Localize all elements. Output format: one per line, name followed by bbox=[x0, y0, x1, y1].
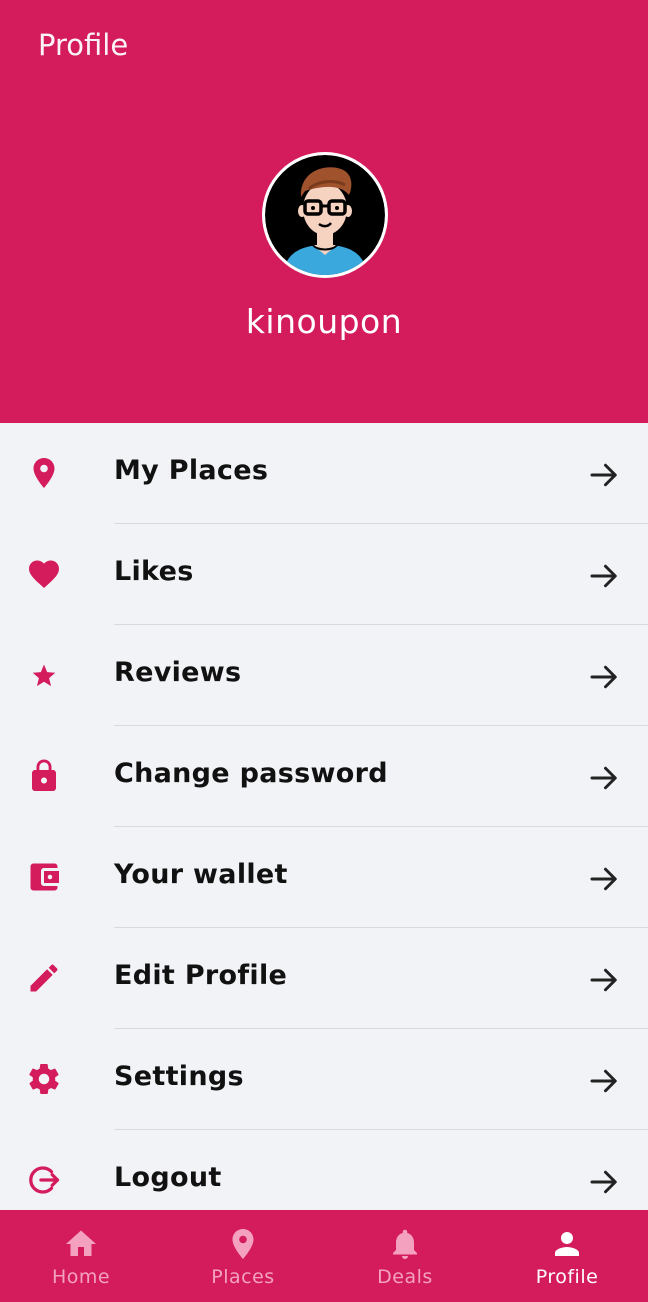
menu-item-edit-profile[interactable]: Edit Profile bbox=[0, 928, 648, 1029]
arrow-right-icon bbox=[586, 1063, 622, 1099]
star-icon bbox=[24, 655, 64, 695]
person-icon bbox=[549, 1226, 585, 1262]
nav-label: Deals bbox=[377, 1266, 433, 1288]
menu-item-label: Logout bbox=[114, 1162, 222, 1193]
nav-item-home[interactable]: Home bbox=[0, 1210, 162, 1302]
menu-item-label: Settings bbox=[114, 1061, 244, 1092]
gear-icon bbox=[24, 1059, 64, 1099]
arrow-right-icon bbox=[586, 861, 622, 897]
menu-item-label: Likes bbox=[114, 556, 194, 587]
menu-item-change-password[interactable]: Change password bbox=[0, 726, 648, 827]
menu-item-label: Reviews bbox=[114, 657, 242, 688]
nav-item-places[interactable]: Places bbox=[162, 1210, 324, 1302]
arrow-right-icon bbox=[586, 558, 622, 594]
menu-item-reviews[interactable]: Reviews bbox=[0, 625, 648, 726]
nav-label: Home bbox=[51, 1266, 111, 1288]
menu-item-logout[interactable]: Logout bbox=[0, 1130, 648, 1210]
nav-label: Profile bbox=[535, 1266, 599, 1288]
arrow-right-icon bbox=[586, 1164, 622, 1200]
profile-header: Profile kinoupon bbox=[0, 0, 648, 423]
lock-icon bbox=[24, 756, 64, 796]
bottom-navigation: Home Places Deals Profile bbox=[0, 1210, 648, 1302]
menu-item-label: Change password bbox=[114, 758, 388, 789]
menu-item-your-wallet[interactable]: Your wallet bbox=[0, 827, 648, 928]
nav-item-profile[interactable]: Profile bbox=[486, 1210, 648, 1302]
arrow-right-icon bbox=[586, 760, 622, 796]
nav-label: Places bbox=[211, 1266, 275, 1288]
avatar[interactable] bbox=[262, 152, 388, 278]
pencil-icon bbox=[24, 958, 64, 998]
page-title: Profile bbox=[38, 28, 129, 62]
logout-icon bbox=[24, 1160, 64, 1200]
menu-item-likes[interactable]: Likes bbox=[0, 524, 648, 625]
map-pin-icon bbox=[24, 453, 64, 493]
menu-item-label: Your wallet bbox=[114, 859, 288, 890]
arrow-right-icon bbox=[586, 962, 622, 998]
nav-item-deals[interactable]: Deals bbox=[324, 1210, 486, 1302]
profile-menu: My Places Likes Reviews Change password bbox=[0, 423, 648, 1210]
username: kinoupon bbox=[245, 302, 403, 341]
bell-icon bbox=[387, 1226, 423, 1262]
menu-item-label: Edit Profile bbox=[114, 960, 288, 991]
avatar-image bbox=[265, 155, 385, 275]
home-icon bbox=[63, 1226, 99, 1262]
menu-item-label: My Places bbox=[114, 455, 269, 486]
menu-item-my-places[interactable]: My Places bbox=[0, 423, 648, 524]
arrow-right-icon bbox=[586, 457, 622, 493]
heart-icon bbox=[24, 554, 64, 594]
map-pin-icon bbox=[225, 1226, 261, 1262]
wallet-icon bbox=[24, 857, 64, 897]
menu-item-settings[interactable]: Settings bbox=[0, 1029, 648, 1130]
arrow-right-icon bbox=[586, 659, 622, 695]
